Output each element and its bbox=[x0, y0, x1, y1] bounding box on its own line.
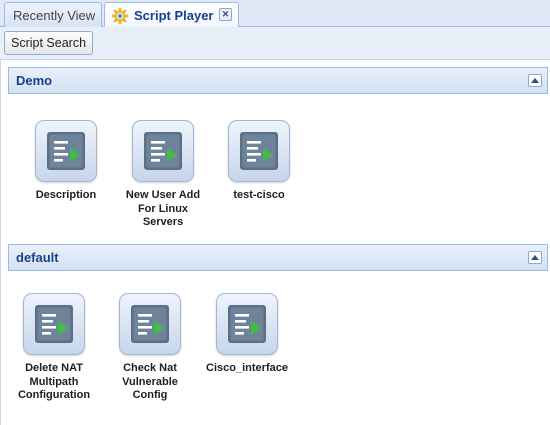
chevron-up-icon bbox=[531, 255, 539, 260]
script-play-icon bbox=[47, 132, 85, 170]
script-groups-panel: Demo Description New User Add For Linux … bbox=[0, 60, 550, 425]
group-header-demo[interactable]: Demo bbox=[8, 67, 548, 94]
chevron-up-icon bbox=[531, 78, 539, 83]
script-item[interactable]: New User Add For Linux Servers bbox=[115, 120, 211, 230]
script-label: Check Nat Vulnerable Config bbox=[122, 362, 178, 401]
script-icon bbox=[132, 120, 194, 182]
script-item[interactable]: test-cisco bbox=[211, 120, 307, 203]
script-play-icon bbox=[240, 132, 278, 170]
script-label: Cisco_interface bbox=[206, 362, 288, 374]
script-label: Description bbox=[35, 189, 97, 201]
script-label: New User Add For Linux Servers bbox=[125, 189, 201, 228]
script-icon bbox=[119, 293, 181, 355]
script-play-icon bbox=[131, 305, 169, 343]
tab-strip: Recently View Script Player ✕ bbox=[0, 0, 550, 28]
close-icon[interactable]: ✕ bbox=[219, 8, 232, 21]
script-icon bbox=[228, 120, 290, 182]
tab-script-player[interactable]: Script Player ✕ bbox=[104, 2, 239, 28]
gear-icon bbox=[111, 7, 129, 24]
tab-recently-view[interactable]: Recently View bbox=[4, 2, 102, 27]
collapse-button[interactable] bbox=[528, 74, 542, 87]
script-icon bbox=[216, 293, 278, 355]
script-label: Delete NAT Multipath Configuration bbox=[17, 362, 91, 401]
script-item[interactable]: Delete NAT Multipath Configuration bbox=[6, 293, 102, 403]
group-title: default bbox=[16, 250, 59, 265]
script-play-icon bbox=[144, 132, 182, 170]
script-play-icon bbox=[35, 305, 73, 343]
script-item[interactable]: Cisco_interface bbox=[199, 293, 295, 376]
collapse-button[interactable] bbox=[528, 251, 542, 264]
script-icon bbox=[35, 120, 97, 182]
script-label: test-cisco bbox=[233, 189, 285, 201]
tab-label: Script Player bbox=[134, 8, 214, 23]
script-play-icon bbox=[228, 305, 266, 343]
script-item[interactable]: Check Nat Vulnerable Config bbox=[102, 293, 198, 403]
script-icon bbox=[23, 293, 85, 355]
script-search-button[interactable]: Script Search bbox=[4, 31, 94, 55]
tab-label: Recently View bbox=[13, 7, 96, 23]
group-header-default[interactable]: default bbox=[8, 244, 548, 271]
script-item[interactable]: Description bbox=[18, 120, 114, 203]
group-title: Demo bbox=[16, 73, 53, 88]
script-player-window: Recently View Script Player ✕ Script Sea… bbox=[0, 0, 550, 425]
toolbar: Script Search bbox=[0, 27, 550, 60]
